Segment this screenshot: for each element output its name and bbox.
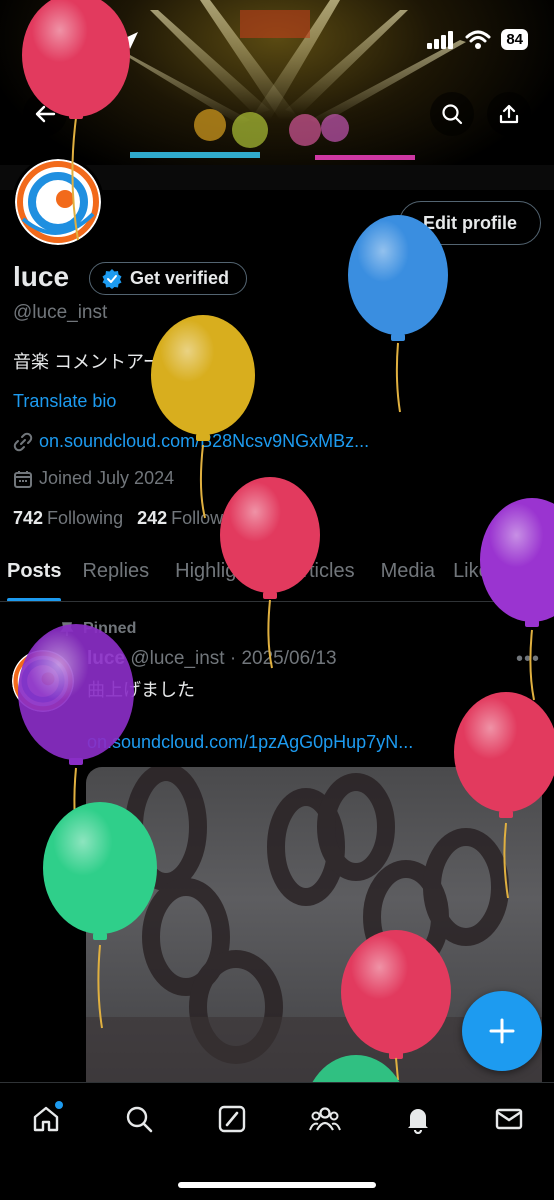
edit-profile-button[interactable]: Edit profile (399, 201, 541, 245)
nav-communities[interactable] (303, 1097, 347, 1141)
tab-replies[interactable]: Replies (82, 548, 149, 601)
followers-label: Followers (171, 508, 249, 528)
calendar-icon (14, 470, 32, 488)
location-arrow-icon (121, 32, 138, 49)
joined-date: Joined July 2024 (13, 468, 174, 489)
tab-likes[interactable]: Likes (453, 548, 500, 601)
website-url[interactable]: on.soundcloud.com/B28Ncsv9NGxMBz... (39, 431, 369, 452)
post-text: 曲上げました (87, 680, 195, 700)
get-verified-label: Get verified (130, 268, 230, 288)
search-icon (126, 1106, 153, 1133)
follow-stats: 742 Following 242 Followers (13, 508, 248, 529)
following-link[interactable]: 742 Following (13, 508, 123, 529)
more-icon[interactable]: ••• (516, 648, 540, 671)
following-label: Following (47, 508, 124, 528)
messages-icon (495, 1108, 523, 1130)
followers-count: 242 (137, 508, 168, 528)
verified-badge-icon (102, 268, 122, 289)
followers-link[interactable]: 242 Followers (137, 508, 248, 529)
post-avatar-image (12, 650, 74, 712)
notifications-icon (408, 1109, 428, 1134)
tab-posts[interactable]: Posts (7, 548, 62, 601)
profile-name: luce (13, 261, 70, 292)
signal-icon (427, 30, 454, 49)
avatar-image (15, 159, 101, 245)
post-handle-date: @luce_inst · 2025/06/13 (130, 648, 337, 669)
battery-indicator: 84 (501, 29, 528, 50)
pinned-label: Pinned (83, 620, 137, 637)
search-button[interactable] (430, 92, 474, 136)
status-time: 0:00 (62, 29, 109, 54)
translate-bio-link[interactable]: Translate bio (13, 391, 116, 412)
post-author[interactable]: luce (87, 648, 125, 669)
status-bar: 0:00 84 (0, 0, 554, 80)
grok-icon (218, 1105, 246, 1133)
following-count: 742 (13, 508, 44, 528)
home-indicator (178, 1182, 376, 1188)
home-notification-dot (55, 1101, 63, 1109)
wifi-icon (465, 30, 491, 49)
tab-highlights[interactable]: Highlights (175, 548, 263, 601)
communities-icon (309, 1107, 341, 1131)
profile-bio: 音楽 コメントアート (13, 352, 179, 372)
status-right: 84 (427, 29, 528, 50)
pinned-indicator: Pinned (59, 620, 136, 638)
back-button[interactable] (23, 92, 67, 136)
joined-text: Joined July 2024 (39, 468, 175, 488)
pin-icon (60, 622, 74, 636)
post-avatar[interactable] (12, 650, 74, 712)
share-icon (499, 104, 519, 124)
compose-button[interactable] (462, 991, 542, 1071)
plus-icon (489, 1018, 515, 1044)
tab-media[interactable]: Media (381, 548, 435, 601)
profile-handle: @luce_inst (13, 302, 108, 323)
nav-search[interactable] (117, 1097, 161, 1141)
post-header: luce @luce_inst · 2025/06/13 (87, 648, 337, 670)
link-icon (13, 432, 33, 451)
search-icon (442, 104, 463, 125)
profile-avatar[interactable] (12, 156, 104, 248)
nav-home[interactable] (24, 1097, 68, 1141)
profile-tabs: Posts Replies Highlights Articles Media … (0, 548, 554, 602)
get-verified-button[interactable]: Get verified (89, 262, 248, 295)
nav-grok[interactable] (210, 1097, 254, 1141)
arrow-left-icon (35, 105, 56, 123)
nav-notifications[interactable] (396, 1097, 440, 1141)
post-link[interactable]: on.soundcloud.com/1pzAgG0pHup7yN... (87, 732, 482, 753)
profile-website[interactable]: on.soundcloud.com/B28Ncsv9NGxMBz... (13, 431, 369, 452)
tab-articles[interactable]: Articles (289, 548, 355, 601)
share-button[interactable] (487, 92, 531, 136)
nav-messages[interactable] (487, 1097, 531, 1141)
